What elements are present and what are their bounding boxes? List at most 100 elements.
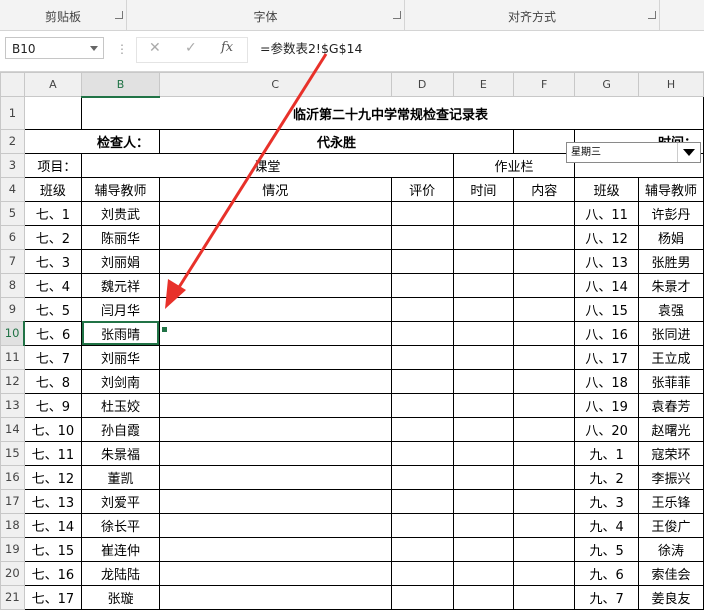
column-header-e[interactable]: E — [452, 72, 515, 97]
situation-cell[interactable] — [158, 320, 392, 346]
row-header-1[interactable]: 1 — [0, 96, 25, 130]
evaluation-cell[interactable] — [390, 392, 454, 418]
evaluation-cell[interactable] — [390, 248, 454, 274]
evaluation-cell[interactable] — [390, 296, 454, 322]
class-cell[interactable]: 七、14 — [23, 512, 83, 538]
class-cell[interactable]: 七、8 — [23, 368, 83, 394]
situation-cell[interactable] — [158, 272, 392, 298]
class-cell[interactable]: 七、12 — [23, 464, 83, 490]
content-cell[interactable] — [513, 512, 576, 538]
header-class[interactable]: 班级 — [23, 176, 83, 202]
teacher2-cell[interactable]: 姜良友 — [637, 584, 704, 610]
column-header-b[interactable]: B — [81, 72, 160, 98]
situation-cell[interactable] — [158, 248, 392, 274]
header-situation[interactable]: 情况 — [158, 176, 392, 202]
row-header[interactable]: 11 — [0, 344, 25, 370]
row-header[interactable]: 20 — [0, 560, 25, 586]
evaluation-cell[interactable] — [390, 488, 454, 514]
inspector-name[interactable]: 代永胜 — [158, 128, 515, 154]
row-header[interactable]: 10 — [0, 320, 26, 346]
time-cell[interactable] — [452, 200, 515, 226]
alignment-launcher-icon[interactable] — [648, 11, 656, 19]
class2-cell[interactable]: 九、6 — [574, 560, 639, 586]
content-cell[interactable] — [513, 416, 576, 442]
item-label[interactable]: 项目： — [23, 152, 83, 178]
teacher-cell[interactable]: 刘剑南 — [81, 368, 160, 394]
time-cell[interactable] — [452, 392, 515, 418]
inspector-label[interactable]: 检查人： — [23, 128, 160, 154]
column-header-c[interactable]: C — [158, 72, 392, 97]
class2-cell[interactable]: 九、5 — [574, 536, 639, 562]
class2-cell[interactable]: 八、12 — [574, 224, 639, 250]
class2-cell[interactable]: 八、14 — [574, 272, 639, 298]
teacher-cell[interactable]: 陈丽华 — [81, 224, 160, 250]
column-header-d[interactable]: D — [390, 72, 454, 97]
teacher-cell[interactable]: 刘丽华 — [81, 344, 160, 370]
evaluation-cell[interactable] — [390, 536, 454, 562]
fill-handle[interactable] — [161, 326, 168, 333]
class-cell[interactable]: 七、4 — [23, 272, 83, 298]
situation-cell[interactable] — [158, 560, 392, 586]
row-header[interactable]: 16 — [0, 464, 25, 490]
class-cell[interactable]: 七、1 — [23, 200, 83, 226]
teacher-cell[interactable]: 刘贵武 — [81, 200, 160, 226]
class-cell[interactable]: 七、11 — [23, 440, 83, 466]
class2-cell[interactable]: 八、17 — [574, 344, 639, 370]
content-cell[interactable] — [513, 464, 576, 490]
situation-cell[interactable] — [158, 536, 392, 562]
evaluation-cell[interactable] — [390, 560, 454, 586]
row-header[interactable]: 12 — [0, 368, 25, 394]
content-cell[interactable] — [513, 344, 576, 370]
teacher2-cell[interactable]: 王俊广 — [637, 512, 704, 538]
time-cell[interactable] — [452, 464, 515, 490]
row-header[interactable]: 13 — [0, 392, 25, 418]
teacher-cell[interactable]: 崔连仲 — [81, 536, 160, 562]
teacher-cell[interactable]: 张璇 — [81, 584, 160, 610]
time-cell[interactable] — [452, 344, 515, 370]
situation-cell[interactable] — [158, 416, 392, 442]
situation-cell[interactable] — [158, 224, 392, 250]
teacher2-cell[interactable]: 张同进 — [637, 320, 704, 346]
column-header-g[interactable]: G — [574, 72, 639, 97]
weekday-dropdown[interactable]: 星期三 — [566, 142, 701, 163]
time-cell[interactable] — [452, 512, 515, 538]
content-cell[interactable] — [513, 272, 576, 298]
class-cell[interactable]: 七、9 — [23, 392, 83, 418]
class2-cell[interactable]: 八、13 — [574, 248, 639, 274]
teacher2-cell[interactable]: 徐涛 — [637, 536, 704, 562]
class-cell[interactable]: 七、10 — [23, 416, 83, 442]
time-cell[interactable] — [452, 584, 515, 610]
selected-teacher-cell[interactable]: 张雨晴 — [81, 320, 160, 346]
cancel-icon[interactable]: ✕ — [149, 40, 161, 56]
time-cell[interactable] — [452, 296, 515, 322]
row-header[interactable]: 17 — [0, 488, 25, 514]
class-cell[interactable]: 七、2 — [23, 224, 83, 250]
content-cell[interactable] — [513, 224, 576, 250]
row-header-3[interactable]: 3 — [0, 152, 25, 178]
class-cell[interactable]: 七、13 — [23, 488, 83, 514]
situation-cell[interactable] — [158, 464, 392, 490]
evaluation-cell[interactable] — [390, 368, 454, 394]
row-header[interactable]: 8 — [0, 272, 25, 298]
content-cell[interactable] — [513, 440, 576, 466]
class-cell[interactable]: 七、6 — [23, 320, 83, 346]
teacher-cell[interactable]: 杜玉姣 — [81, 392, 160, 418]
content-cell[interactable] — [513, 560, 576, 586]
class2-cell[interactable]: 八、19 — [574, 392, 639, 418]
evaluation-cell[interactable] — [390, 344, 454, 370]
situation-cell[interactable] — [158, 344, 392, 370]
situation-cell[interactable] — [158, 392, 392, 418]
time-cell[interactable] — [452, 248, 515, 274]
situation-cell[interactable] — [158, 440, 392, 466]
teacher2-cell[interactable]: 寇荣环 — [637, 440, 704, 466]
content-cell[interactable] — [513, 200, 576, 226]
evaluation-cell[interactable] — [390, 272, 454, 298]
teacher-cell[interactable]: 董凯 — [81, 464, 160, 490]
teacher2-cell[interactable]: 朱景才 — [637, 272, 704, 298]
evaluation-cell[interactable] — [390, 200, 454, 226]
time-cell[interactable] — [452, 560, 515, 586]
class2-cell[interactable]: 八、11 — [574, 200, 639, 226]
teacher2-cell[interactable]: 张菲菲 — [637, 368, 704, 394]
row-header-4[interactable]: 4 — [0, 176, 25, 202]
row-header[interactable]: 5 — [0, 200, 25, 226]
